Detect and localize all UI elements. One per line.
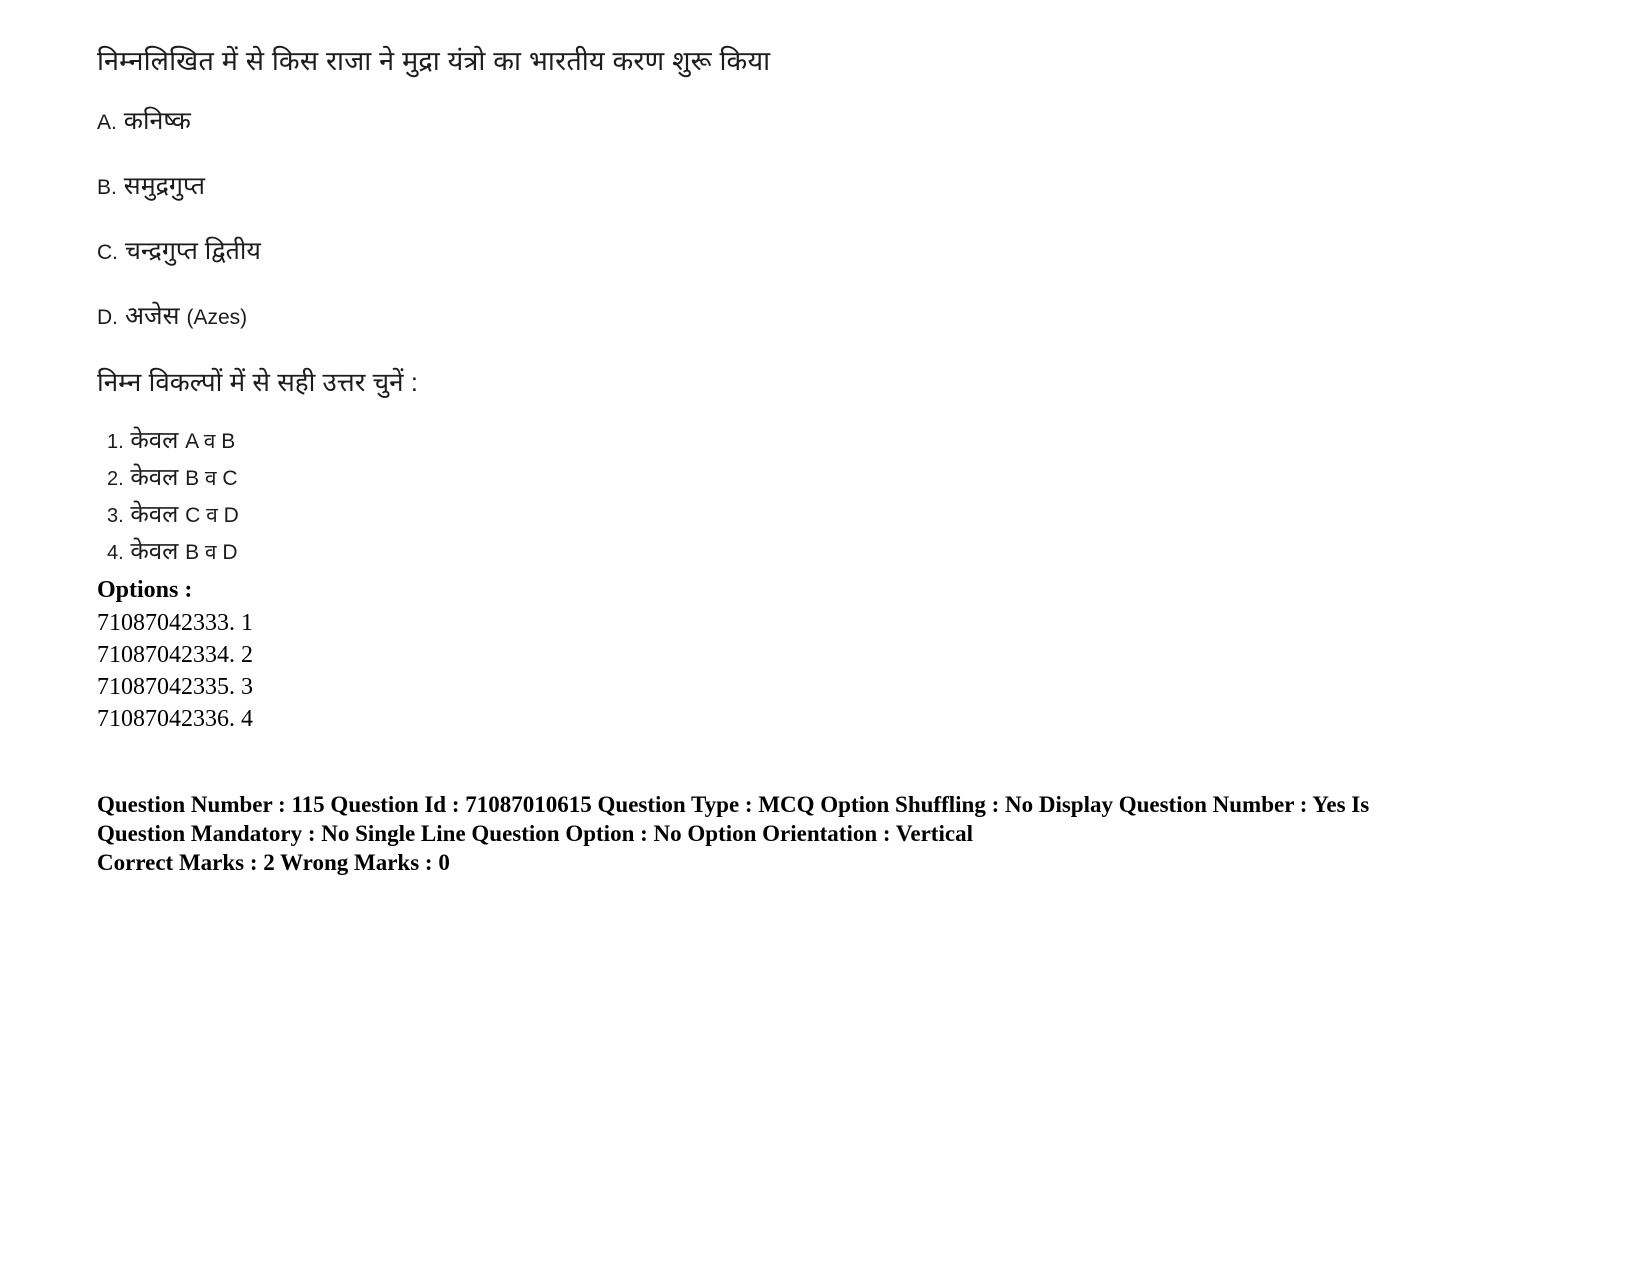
choice-c: C. चन्द्रगुप्त द्वितीय: [97, 236, 1527, 268]
question-stem: निम्नलिखित में से किस राजा ने मुद्रा यंत…: [97, 46, 771, 76]
answer-choice-3-number: 3.: [107, 505, 124, 527]
option-id-3: 71087042335. 3: [97, 674, 253, 700]
choice-d-text: अजेस: [124, 302, 187, 330]
option-id-1: 71087042333. 1: [97, 610, 253, 636]
answer-choice-3: 3. केवल C व D: [97, 497, 1527, 534]
choice-b: B. समुद्रगुप्त: [97, 171, 1527, 203]
answer-choice-2-letters: B व C: [185, 467, 238, 490]
choice-a-text: कनिष्क: [123, 107, 191, 135]
answer-choice-3-text: केवल: [130, 501, 186, 528]
question-metadata: Question Number : 115 Question Id : 7108…: [97, 791, 1452, 876]
choice-d-label: D.: [97, 306, 118, 329]
choice-d-latin: (Azes): [186, 306, 248, 329]
answer-choice-2-number: 2.: [107, 468, 124, 490]
choice-d: D. अजेस (Azes): [97, 301, 1527, 333]
answer-choice-4-letters: B व D: [185, 541, 238, 564]
choice-a-label: A.: [97, 111, 117, 134]
answer-choice-2: 2. केवल B व C: [97, 460, 1527, 497]
option-id-2: 71087042334. 2: [97, 642, 253, 668]
answer-choice-2-text: केवल: [130, 464, 186, 491]
metadata-line-1: Question Number : 115 Question Id : 7108…: [97, 792, 1370, 817]
answer-choice-1-text: केवल: [130, 427, 186, 454]
choice-b-label: B.: [97, 176, 117, 199]
answer-choice-1: 1. केवल A व B: [97, 423, 1527, 460]
metadata-line-3: Correct Marks : 2 Wrong Marks : 0: [97, 850, 450, 875]
question-page: निम्नलिखित में से किस राजा ने मुद्रा यंत…: [0, 0, 1650, 1275]
question-content: निम्नलिखित में से किस राजा ने मुद्रा यंत…: [97, 44, 1527, 878]
answer-choice-4-text: केवल: [130, 538, 186, 565]
options-heading: Options :: [97, 577, 193, 603]
choice-a: A. कनिष्क: [97, 106, 1527, 138]
answer-prompt: निम्न विकल्पों में से सही उत्तर चुनें :: [97, 367, 418, 397]
answer-choice-list: 1. केवल A व B 2. केवल B व C 3. केवल C व …: [97, 423, 1527, 571]
answer-choice-4: 4. केवल B व D: [97, 534, 1527, 571]
answer-choice-1-number: 1.: [107, 431, 124, 453]
choice-c-label: C.: [97, 241, 118, 264]
metadata-line-2: Question Mandatory : No Single Line Ques…: [97, 821, 973, 846]
option-id-4: 71087042336. 4: [97, 706, 253, 732]
choice-c-text: चन्द्रगुप्त द्वितीय: [124, 237, 261, 265]
answer-choice-4-number: 4.: [107, 542, 124, 564]
answer-choice-3-letters: C व D: [185, 504, 239, 527]
answer-choice-1-letters: A व B: [185, 430, 236, 453]
choice-b-text: समुद्रगुप्त: [123, 172, 205, 200]
